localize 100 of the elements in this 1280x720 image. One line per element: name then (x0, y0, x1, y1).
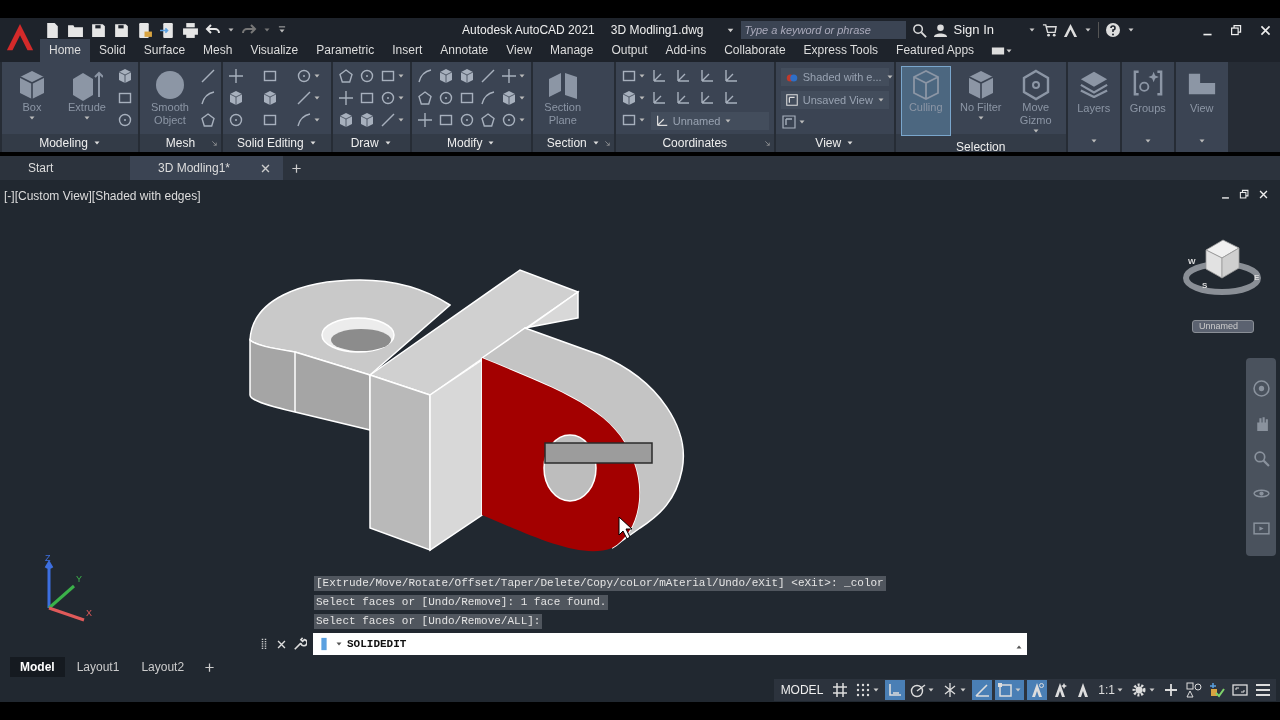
rectangle-icon[interactable] (262, 112, 279, 128)
caret-icon[interactable] (396, 94, 405, 102)
axes-icon[interactable] (674, 90, 691, 106)
plus-icon[interactable] (204, 661, 216, 673)
dot-grid-icon[interactable] (855, 681, 872, 698)
circle-icon[interactable] (117, 112, 133, 128)
ribbon-tab[interactable]: Surface (134, 39, 195, 62)
cube-icon[interactable] (437, 68, 454, 84)
ribbon-tab[interactable]: Featured Apps (887, 39, 984, 62)
plus-icon[interactable] (1163, 681, 1179, 698)
panel-title[interactable]: Selection (956, 138, 1006, 156)
caret-icon[interactable] (517, 72, 526, 80)
ribbon-tab[interactable]: Visualize (241, 39, 308, 62)
caret-icon[interactable] (517, 116, 526, 124)
line-icon[interactable] (296, 90, 313, 106)
fullscreen-icon[interactable] (1232, 681, 1248, 698)
caret-icon[interactable] (637, 72, 646, 80)
polar-icon[interactable] (910, 681, 927, 698)
launcher-icon[interactable] (763, 140, 771, 147)
rectangle-icon[interactable] (620, 112, 637, 128)
tablet-icon[interactable] (136, 21, 153, 39)
axes-icon[interactable] (674, 68, 691, 84)
ribbon-tab[interactable]: Home (40, 39, 90, 62)
ribbon-tab[interactable]: Annotate (431, 39, 498, 62)
arc-icon[interactable] (200, 90, 216, 106)
axes-icon[interactable] (650, 90, 667, 106)
search-icon[interactable] (911, 22, 927, 38)
cross-icon[interactable] (228, 68, 244, 84)
caret-icon[interactable] (313, 72, 322, 80)
panel-title[interactable]: Modify (447, 134, 483, 152)
cube-icon[interactable] (337, 112, 354, 128)
rectangle-icon[interactable] (117, 90, 133, 106)
circle-icon[interactable] (228, 112, 244, 128)
caret-icon[interactable] (313, 116, 322, 124)
film-icon[interactable] (1252, 520, 1270, 537)
axes-icon[interactable] (698, 90, 715, 106)
rectangle-icon[interactable] (379, 68, 396, 84)
line-icon[interactable] (200, 68, 216, 84)
panel-title[interactable]: Draw (350, 134, 379, 152)
caret-icon[interactable] (227, 26, 235, 34)
restore-icon[interactable] (1239, 189, 1250, 200)
ribbon-tab[interactable]: Express Tools (794, 39, 888, 62)
pentagon-icon[interactable] (416, 90, 433, 106)
axes-icon[interactable] (650, 68, 667, 84)
ribbon-tab[interactable]: Output (602, 39, 657, 62)
cross-icon[interactable] (337, 90, 354, 106)
ribbon-tab[interactable]: Mesh (194, 39, 242, 62)
caret-icon[interactable] (797, 118, 806, 126)
line-icon[interactable] (479, 68, 496, 84)
rectangle-icon[interactable] (437, 112, 454, 128)
rectangle-icon[interactable] (358, 90, 375, 106)
frame-icon[interactable] (780, 114, 797, 130)
line-icon[interactable] (379, 112, 396, 128)
circle-icon[interactable] (458, 112, 475, 128)
ucs-menu[interactable]: Unnamed (1192, 320, 1254, 333)
ribbon-tab[interactable]: Solid (90, 39, 135, 62)
menu-icon[interactable] (1255, 681, 1271, 698)
restore-icon[interactable] (1230, 23, 1243, 37)
right-angle-icon[interactable] (887, 681, 904, 698)
panel-title[interactable]: Modeling (39, 134, 88, 152)
axes-icon[interactable] (698, 68, 715, 84)
square-icon[interactable] (997, 681, 1014, 698)
caret-icon[interactable] (335, 640, 343, 648)
cube-icon[interactable] (358, 112, 375, 128)
user-icon[interactable] (932, 22, 948, 38)
caret-icon[interactable] (308, 139, 317, 147)
file-tab[interactable]: 3D Modling1* (130, 156, 284, 180)
viewcube-drawing[interactable] (1205, 239, 1240, 279)
layout-tab[interactable]: Layout2 (131, 657, 195, 677)
caret-icon[interactable] (1084, 26, 1092, 34)
close-icon[interactable] (260, 162, 272, 174)
wheel-icon[interactable] (1252, 380, 1270, 397)
circle-icon[interactable] (500, 112, 517, 128)
figure-icon[interactable] (1052, 681, 1069, 698)
cube-icon[interactable] (458, 68, 475, 84)
cube-icon[interactable] (117, 68, 133, 84)
caret-icon[interactable] (637, 116, 646, 124)
customize-icon[interactable] (277, 25, 287, 35)
caret-icon[interactable] (487, 139, 496, 147)
ribbon-tab[interactable]: Insert (383, 39, 432, 62)
caret-icon[interactable] (396, 72, 405, 80)
triangle-icon[interactable] (1063, 22, 1078, 38)
close-icon[interactable] (1258, 189, 1269, 200)
panel-title[interactable]: Section (546, 134, 587, 152)
rectangle-icon[interactable] (620, 68, 637, 84)
grid-icon[interactable] (832, 681, 849, 698)
ribbon-tab[interactable]: View (497, 39, 542, 62)
panel-title[interactable]: Coordinates (662, 134, 728, 152)
angle-icon[interactable] (974, 681, 991, 698)
model-space-button[interactable]: MODEL (776, 680, 828, 699)
ribbon-tab[interactable]: Manage (541, 39, 603, 62)
check-icon[interactable] (1209, 681, 1225, 698)
circle-icon[interactable] (437, 90, 454, 106)
floppy-icon[interactable] (90, 21, 107, 39)
caret-icon[interactable] (313, 94, 322, 102)
annotation-scale[interactable]: 1:1 (1098, 680, 1115, 699)
panel-title[interactable]: Solid Editing (237, 134, 304, 152)
ribbon-tab[interactable]: Parametric (307, 39, 384, 62)
compass-label[interactable]: W (1188, 257, 1196, 266)
ribbon-tab[interactable]: Collaborate (715, 39, 795, 62)
